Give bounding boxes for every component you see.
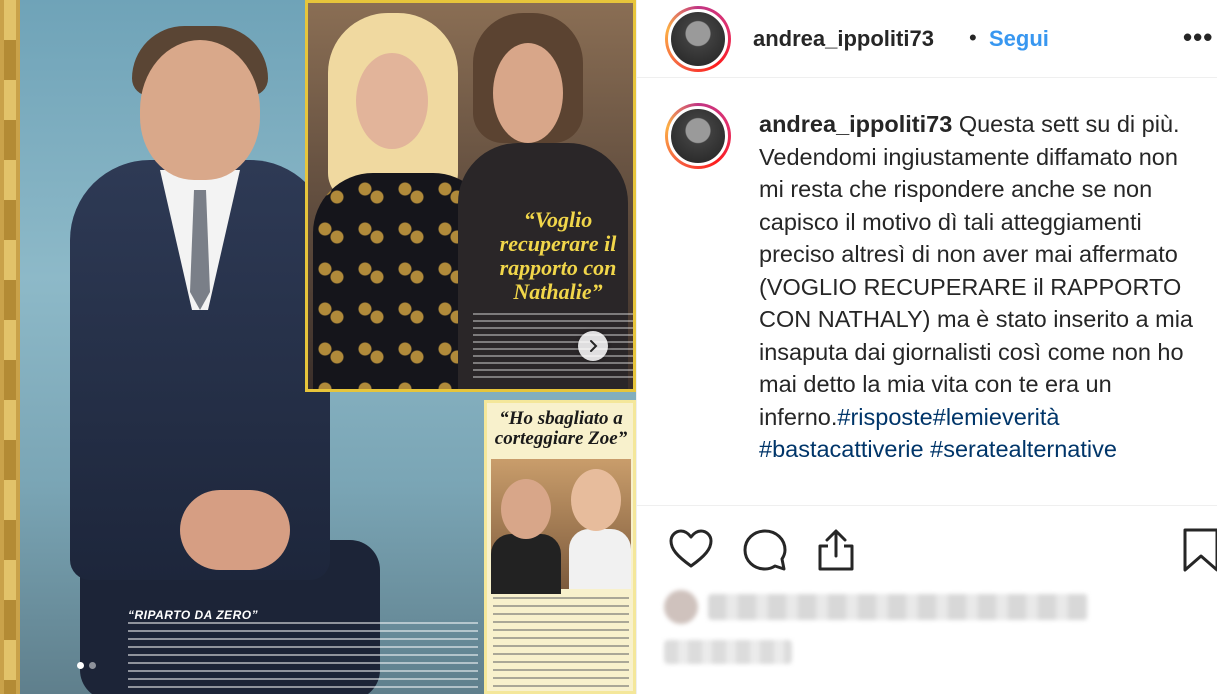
divider <box>637 505 1217 506</box>
magazine-caption-body <box>128 622 478 692</box>
carousel-dot-active <box>77 662 84 669</box>
magazine-inset-photo <box>491 459 631 594</box>
avatar <box>668 9 728 69</box>
liker-avatar-blurred <box>664 590 698 624</box>
chevron-right-icon <box>590 340 598 352</box>
magazine-caption: “RIPARTO DA ZERO” <box>128 600 478 694</box>
hashtag-link[interactable]: #risposte <box>837 404 932 430</box>
caption-body: Questa sett su di più. Vedendomi ingiust… <box>759 111 1194 430</box>
post-header: andrea_ippoliti73 • Segui ••• <box>637 0 1217 78</box>
more-options-icon[interactable]: ••• <box>1183 22 1213 53</box>
post-actions <box>637 526 1217 576</box>
timestamp-blurred <box>664 640 792 664</box>
magazine-caption-title: “RIPARTO DA ZERO” <box>128 608 259 622</box>
photo-man-seated <box>40 20 380 694</box>
caption-text: andrea_ippoliti73 Questa sett su di più.… <box>759 108 1199 466</box>
header-username[interactable]: andrea_ippoliti73 <box>753 26 934 52</box>
magazine-quote-bottom: “Ho sbagliato a corteggiare Zoe” <box>494 408 628 449</box>
post-image[interactable]: “Voglio recuperare il rapporto con Natha… <box>0 0 636 694</box>
magazine-small-text <box>473 313 633 383</box>
magazine-inset-text <box>493 597 629 689</box>
carousel-dot <box>89 662 96 669</box>
likes-row-blurred <box>664 590 1088 624</box>
share-icon[interactable] <box>812 526 860 574</box>
hashtag-link[interactable]: #seratealternative <box>930 436 1117 462</box>
header-separator: • <box>969 25 977 50</box>
hashtag-link[interactable]: #lemieverità <box>933 404 1060 430</box>
heart-icon[interactable] <box>667 526 715 574</box>
caption-avatar-ring[interactable] <box>665 103 731 169</box>
carousel-next-button[interactable] <box>578 331 608 361</box>
background-wall <box>0 0 20 694</box>
likes-text-blurred <box>708 594 1088 620</box>
magazine-quote-top: “Voglio recuperare il rapporto con Natha… <box>499 207 617 304</box>
caption-comment: andrea_ippoliti73 Questa sett su di più.… <box>637 100 1217 504</box>
caption-username[interactable]: andrea_ippoliti73 <box>759 111 952 137</box>
follow-button[interactable]: Segui <box>989 26 1049 52</box>
caption-avatar <box>668 106 728 166</box>
carousel-indicator <box>77 662 96 669</box>
magazine-inset-bottom: “Ho sbagliato a corteggiare Zoe” <box>484 400 636 694</box>
hashtag-link[interactable]: #bastacattiverie <box>759 436 924 462</box>
comment-icon[interactable] <box>741 526 789 574</box>
bookmark-icon[interactable] <box>1177 526 1217 574</box>
avatar-story-ring[interactable] <box>665 6 731 72</box>
